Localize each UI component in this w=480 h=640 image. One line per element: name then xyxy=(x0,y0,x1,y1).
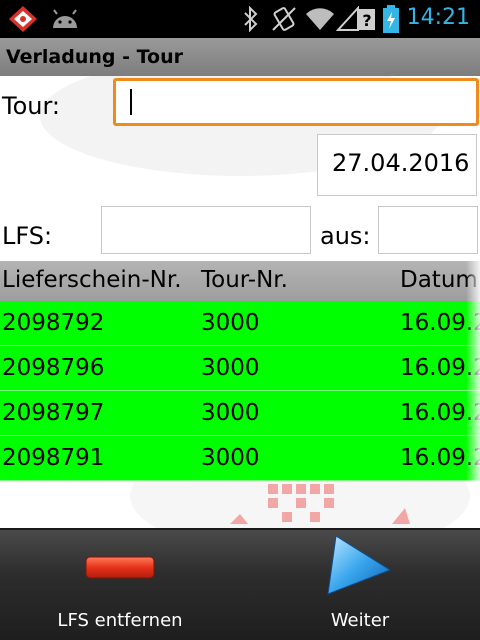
next-label: Weiter xyxy=(330,610,390,631)
column-header-lieferschein: Lieferschein-Nr. xyxy=(2,267,182,293)
table-scroll-fade xyxy=(466,261,480,481)
bluetooth-icon xyxy=(244,6,258,32)
page-title: Verladung - Tour xyxy=(6,46,184,68)
remove-lfs-label: LFS entfernen xyxy=(57,610,183,631)
tour-label: Tour: xyxy=(2,92,61,120)
next-button[interactable]: Weiter xyxy=(240,530,480,640)
android-icon xyxy=(53,9,77,28)
text-cursor xyxy=(130,89,132,115)
battery-icon xyxy=(383,5,399,33)
lfs-input[interactable] xyxy=(101,206,311,254)
bottom-action-bar: LFS entfernen Weiter xyxy=(0,528,480,640)
date-field[interactable]: 27.04.2016 xyxy=(317,134,477,196)
date-value: 27.04.2016 xyxy=(332,149,470,177)
table-header: Lieferschein-Nr. Tour-Nr. Datum xyxy=(0,261,480,301)
vibrate-icon xyxy=(272,7,296,31)
table-row[interactable]: 2098791 3000 16.09.2 xyxy=(0,436,480,481)
lieferschein-cell: 2098797 xyxy=(2,400,105,426)
wifi-icon xyxy=(306,8,334,30)
tour-input[interactable] xyxy=(113,78,479,126)
play-arrow-icon xyxy=(327,535,392,595)
table-row[interactable]: 2098796 3000 16.09.2 xyxy=(0,346,480,391)
remove-lfs-button[interactable]: LFS entfernen xyxy=(0,530,240,640)
title-bar: Verladung - Tour xyxy=(0,38,480,76)
lfs-label: LFS: xyxy=(2,222,53,250)
aus-input[interactable] xyxy=(378,206,478,254)
signal-unknown-icon: ? xyxy=(359,9,375,30)
signal-icon xyxy=(336,6,359,31)
lieferschein-cell: 2098796 xyxy=(2,355,105,381)
aus-label: aus: xyxy=(320,222,371,250)
minus-icon xyxy=(85,556,155,579)
table-row[interactable]: 2098792 3000 16.09.2 xyxy=(0,301,480,346)
status-bar: ? 14:21 xyxy=(0,0,480,38)
tour-cell: 3000 xyxy=(201,400,260,426)
lieferschein-cell: 2098791 xyxy=(2,445,105,471)
clock: 14:21 xyxy=(406,5,470,30)
svg-text:?: ? xyxy=(362,11,371,30)
tour-cell: 3000 xyxy=(201,310,260,336)
column-header-tour: Tour-Nr. xyxy=(201,267,288,293)
table-row[interactable]: 2098797 3000 16.09.2 xyxy=(0,391,480,436)
lieferschein-cell: 2098792 xyxy=(2,310,105,336)
main-content: Tour: 27.04.2016 LFS: aus: Lieferschein-… xyxy=(0,76,480,528)
app-warning-icon xyxy=(9,6,37,32)
tour-cell: 3000 xyxy=(201,445,260,471)
tour-cell: 3000 xyxy=(201,355,260,381)
